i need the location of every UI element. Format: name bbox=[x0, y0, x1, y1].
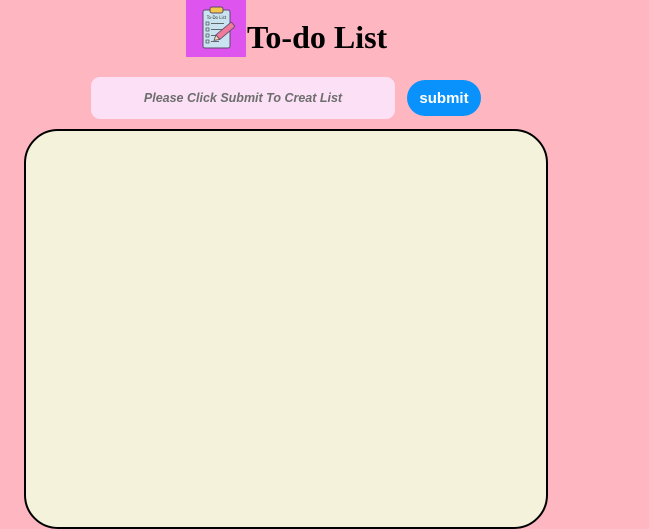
svg-text:To-Do List: To-Do List bbox=[206, 15, 227, 20]
task-input[interactable] bbox=[91, 77, 395, 119]
page-title: To-do List bbox=[247, 18, 388, 55]
todo-list-panel bbox=[24, 129, 548, 529]
header: To-Do List To-do List bbox=[186, 0, 387, 57]
submit-button[interactable]: submit bbox=[407, 80, 481, 116]
task-form: submit bbox=[91, 77, 481, 119]
clipboard-checklist-icon: To-Do List bbox=[186, 0, 246, 57]
